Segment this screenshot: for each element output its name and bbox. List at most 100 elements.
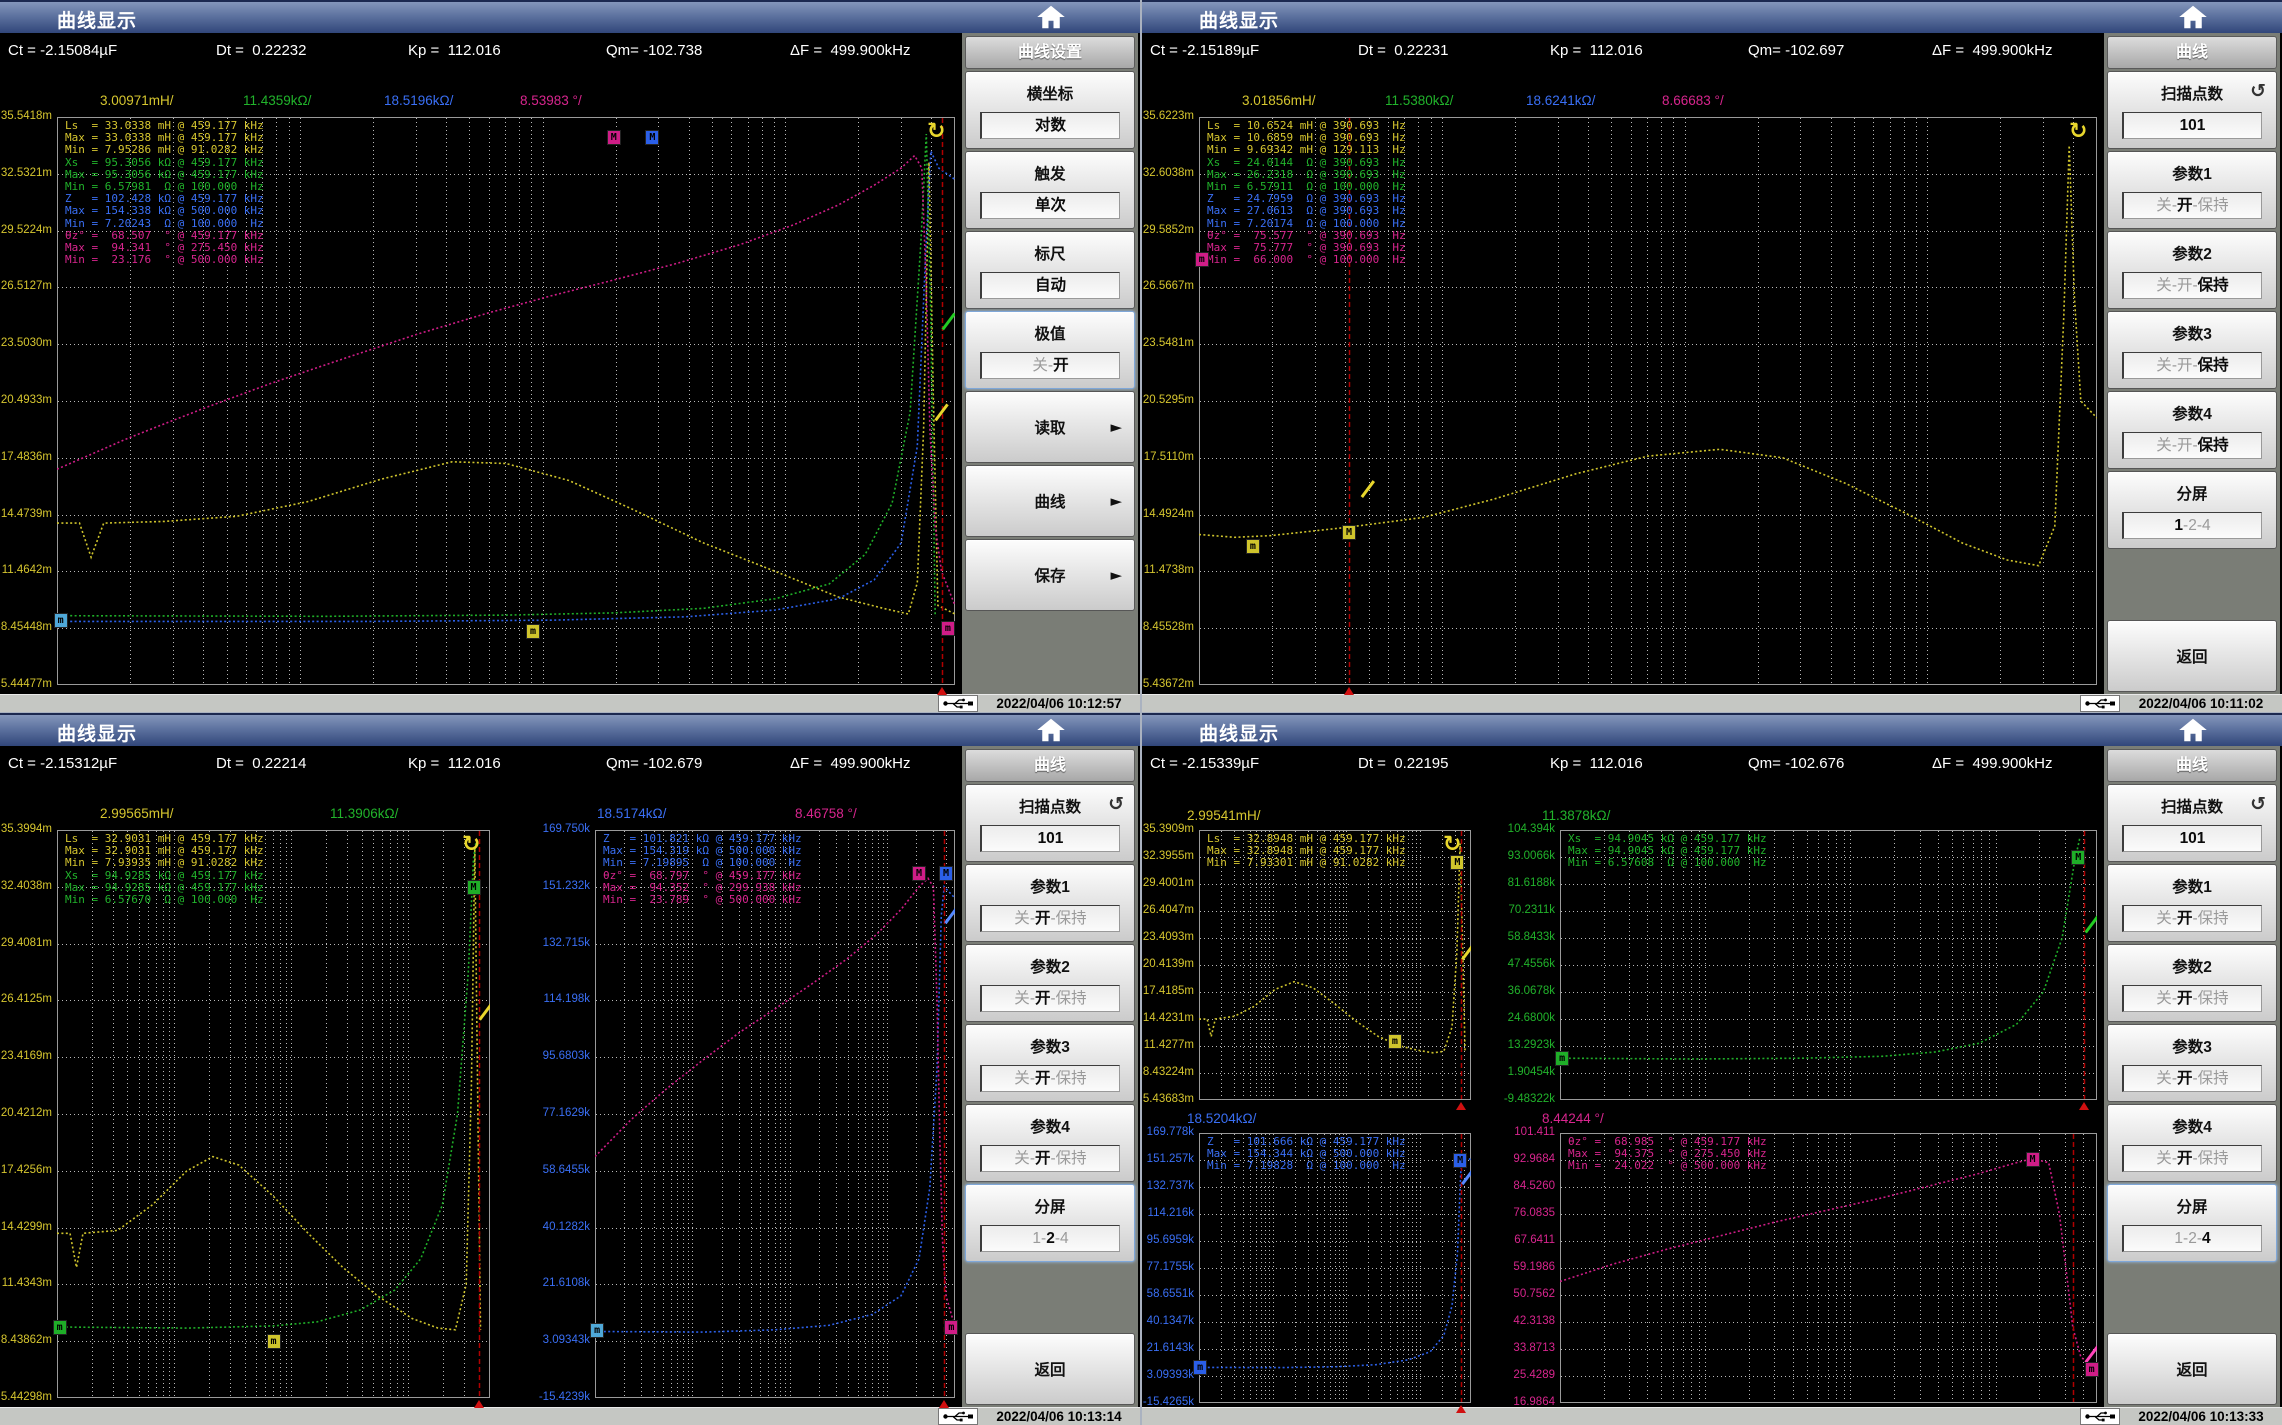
submenu-arrow-icon: ►: [1110, 418, 1122, 436]
cursor-marker-M[interactable]: M: [1342, 525, 1356, 540]
cursor-marker-m[interactable]: m: [1193, 1360, 1207, 1375]
y-axis-label: 8.43224m: [1142, 1066, 1194, 1078]
cursor-pointer-icon[interactable]: [943, 313, 955, 329]
cursor-pointer-icon[interactable]: [1462, 1168, 1471, 1184]
title-bar: 曲线显示: [1142, 0, 2282, 34]
menu-button-read[interactable]: 读取►: [965, 391, 1135, 463]
cursor-pointer-icon[interactable]: [2086, 917, 2097, 933]
menu-button-param2[interactable]: 参数2关-开-保持: [2107, 944, 2277, 1022]
menu-button-return[interactable]: 返回: [2107, 620, 2277, 692]
cursor-pointer-icon[interactable]: [1362, 481, 1374, 497]
y-axis-label: 50.7562: [1500, 1288, 1555, 1300]
menu-button-extremes[interactable]: 极值关-开: [965, 311, 1135, 389]
y-axis-label: 20.5295m: [1142, 394, 1194, 406]
home-icon: [2178, 4, 2208, 30]
legend-group: Xs = 94.9045 kΩ @ 459.177 kHzMax = 94.90…: [1568, 833, 1767, 870]
cursor-marker-m[interactable]: m: [1246, 539, 1260, 554]
refresh-sweep-icon[interactable]: ↻: [2069, 119, 2087, 144]
menu-button-value: 101: [2122, 825, 2262, 852]
menu-button-return[interactable]: 返回: [965, 1333, 1135, 1405]
cursor-marker-m[interactable]: m: [526, 624, 540, 639]
y-axis-label: 13.2923k: [1500, 1039, 1555, 1051]
home-button[interactable]: [1036, 4, 1068, 31]
cursor-pointer-icon[interactable]: [480, 1004, 490, 1020]
cursor-marker-m[interactable]: m: [2085, 1362, 2099, 1377]
cursor-marker-M[interactable]: M: [1453, 1153, 1467, 1168]
stat-qm: Qm= -102.676: [1748, 755, 1844, 772]
home-button[interactable]: [2178, 4, 2210, 31]
menu-button-param1[interactable]: 参数1关-开-保持: [2107, 864, 2277, 942]
chart-plot[interactable]: [57, 830, 490, 1398]
cursor-pointer-icon[interactable]: [936, 404, 948, 420]
value-segment: 保持: [2198, 1150, 2229, 1167]
menu-button-return[interactable]: 返回: [2107, 1333, 2277, 1405]
menu-button-param4[interactable]: 参数4关-开-保持: [2107, 1104, 2277, 1182]
chart-plot[interactable]: [595, 830, 955, 1398]
refresh-sweep-icon[interactable]: ↻: [462, 832, 480, 857]
cursor-marker-m[interactable]: m: [1555, 1051, 1569, 1066]
cursor-marker-m[interactable]: m: [590, 1323, 604, 1338]
sweep-position-triangle-icon: [1344, 687, 1354, 695]
value-segment: 2: [1046, 1230, 1055, 1247]
menu-button-param2[interactable]: 参数2关-开-保持: [2107, 231, 2277, 309]
y-axis-label: 35.3909m: [1142, 823, 1194, 835]
cursor-marker-M[interactable]: M: [2071, 850, 2085, 865]
menu-button-split[interactable]: 分屏1-2-4: [2107, 471, 2277, 549]
chart-plot[interactable]: [1199, 830, 1471, 1100]
menu-button-split[interactable]: 分屏1-2-4: [965, 1184, 1135, 1262]
menu-button-curve[interactable]: 曲线►: [965, 465, 1135, 537]
menu-button-param3[interactable]: 参数3关-开-保持: [965, 1024, 1135, 1102]
menu-button-sweep-points[interactable]: 扫描点数↺101: [2107, 784, 2277, 862]
menu-button-ruler[interactable]: 标尺自动: [965, 231, 1135, 309]
chart-plot[interactable]: [1199, 1133, 1471, 1403]
cursor-marker-M[interactable]: M: [467, 880, 481, 895]
cursor-marker-m[interactable]: m: [1388, 1034, 1402, 1049]
y-axis-label: 81.6188k: [1500, 877, 1555, 889]
cursor-marker-M[interactable]: M: [2026, 1152, 2040, 1167]
cursor-pointer-icon[interactable]: [2086, 1346, 2097, 1362]
menu-button-split[interactable]: 分屏1-2-4: [2107, 1184, 2277, 1262]
menu-button-sweep-points[interactable]: 扫描点数↺101: [965, 784, 1135, 862]
refresh-sweep-icon[interactable]: ↻: [927, 119, 945, 144]
home-icon: [1036, 717, 1066, 743]
menu-button-param4[interactable]: 参数4关-开-保持: [2107, 391, 2277, 469]
menu-title: 曲线设置: [965, 36, 1135, 69]
cursor-marker-M[interactable]: M: [939, 866, 953, 881]
cursor-marker-M[interactable]: M: [912, 866, 926, 881]
cursor-marker-M[interactable]: M: [645, 130, 659, 145]
home-button[interactable]: [2178, 717, 2210, 744]
y-axis-label: 36.0678k: [1500, 985, 1555, 997]
chart-plot[interactable]: [1560, 1133, 2097, 1403]
y-axis-label: 8.45448m: [0, 621, 52, 633]
menu-button-param3[interactable]: 参数3关-开-保持: [2107, 1024, 2277, 1102]
value-segment: 1: [2174, 517, 2183, 534]
cursor-marker-m[interactable]: m: [1195, 252, 1209, 267]
cursor-marker-m[interactable]: m: [54, 613, 68, 628]
menu-button-param4[interactable]: 参数4关-开-保持: [965, 1104, 1135, 1182]
menu-button-param1[interactable]: 参数1关-开-保持: [2107, 151, 2277, 229]
menu-button-trigger[interactable]: 触发单次: [965, 151, 1135, 229]
value-segment: 保持: [2198, 1070, 2229, 1087]
menu-button-param2[interactable]: 参数2关-开-保持: [965, 944, 1135, 1022]
menu-button-save[interactable]: 保存►: [965, 539, 1135, 611]
y-axis-label: 35.6223m: [1142, 110, 1194, 122]
legend-line: θz° = 68.797 ° @ 459.177 kHz: [603, 870, 802, 882]
home-button[interactable]: [1036, 717, 1068, 744]
cursor-marker-m[interactable]: m: [53, 1320, 67, 1335]
cursor-marker-M[interactable]: M: [1450, 855, 1464, 870]
cursor-pointer-icon[interactable]: [1462, 944, 1471, 960]
menu-button-sweep-points[interactable]: 扫描点数↺101: [2107, 71, 2277, 149]
stat-delta-f: ΔF = 499.900kHz: [790, 755, 911, 772]
stat-kp: Kp = 112.016: [408, 755, 501, 772]
menu-button-param3[interactable]: 参数3关-开-保持: [2107, 311, 2277, 389]
chart-plot[interactable]: [1560, 830, 2097, 1100]
menu-button-param1[interactable]: 参数1关-开-保持: [965, 864, 1135, 942]
refresh-sweep-icon[interactable]: ↻: [1443, 832, 1461, 857]
trace-legend: Z = 101.821 kΩ @ 459.177 kHzMax = 154.31…: [603, 833, 802, 906]
cursor-marker-M[interactable]: M: [607, 130, 621, 145]
value-segment: 101: [1038, 830, 1064, 847]
cursor-marker-m[interactable]: m: [944, 1320, 958, 1335]
cursor-marker-m[interactable]: m: [267, 1334, 281, 1349]
cursor-marker-m[interactable]: m: [941, 621, 955, 636]
menu-button-x-axis[interactable]: 横坐标对数: [965, 71, 1135, 149]
